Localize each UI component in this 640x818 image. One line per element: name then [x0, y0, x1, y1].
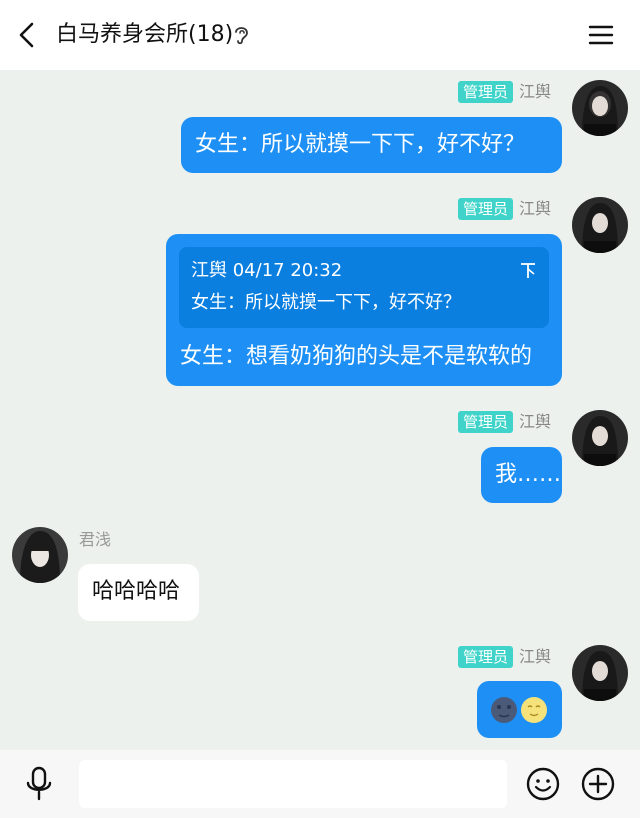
avatar[interactable]	[572, 410, 628, 466]
menu-button[interactable]	[586, 20, 616, 50]
quoted-message[interactable]: 江舆 04/17 20:32 女生：所以就摸一下下，好不好？	[179, 247, 549, 328]
new-moon-face-icon	[490, 696, 518, 724]
admin-badge: 管理员	[458, 646, 514, 668]
avatar[interactable]	[572, 80, 628, 136]
sender-name[interactable]: 江舆	[519, 198, 551, 220]
message-input[interactable]	[79, 760, 507, 808]
emoji-message-bubble[interactable]	[477, 681, 562, 738]
hamburger-menu-icon	[588, 25, 614, 45]
ear-icon[interactable]	[232, 24, 252, 46]
smiley-icon	[526, 767, 560, 801]
admin-badge: 管理员	[458, 198, 514, 220]
admin-badge: 管理员	[458, 81, 514, 103]
plus-circle-icon	[581, 767, 615, 801]
quote-text: 女生：所以就摸一下下，好不好？	[191, 292, 461, 313]
microphone-icon	[26, 766, 52, 801]
voice-button[interactable]	[22, 766, 56, 802]
admin-badge: 管理员	[458, 411, 514, 433]
avatar[interactable]	[572, 197, 628, 253]
message-meta: 管理员 江舆	[458, 80, 551, 104]
message-bubble[interactable]: 女生：所以就摸一下下，好不好？	[181, 117, 562, 173]
chat-header: 白马养身会所(18)	[0, 0, 640, 70]
sender-name[interactable]: 江舆	[519, 646, 551, 668]
message-text: 女生：想看奶狗狗的头是不是软软的	[180, 344, 533, 369]
emoji-button[interactable]	[525, 766, 561, 802]
message-text: 我……	[495, 462, 562, 487]
message-meta: 管理员 江舆	[458, 645, 551, 669]
input-bar	[0, 750, 640, 818]
reply-message-bubble[interactable]: 江舆 04/17 20:32 女生：所以就摸一下下，好不好？ 女生：想看奶狗狗的…	[166, 234, 562, 386]
back-button[interactable]	[12, 19, 44, 51]
chevron-left-icon	[19, 22, 34, 48]
more-actions-button[interactable]	[580, 766, 616, 802]
sender-name[interactable]: 君浅	[79, 529, 111, 551]
avatar[interactable]	[572, 645, 628, 701]
message-bubble[interactable]: 哈哈哈哈	[78, 564, 199, 621]
quote-header: 江舆 04/17 20:32	[191, 260, 343, 281]
avatar[interactable]	[12, 527, 68, 583]
message-meta: 管理员 江舆	[458, 410, 551, 434]
message-text: 哈哈哈哈	[92, 579, 181, 604]
chat-title[interactable]: 白马养身会所(18)	[56, 20, 233, 50]
sender-name[interactable]: 江舆	[519, 81, 551, 103]
message-bubble[interactable]: 我……	[481, 447, 562, 503]
message-meta: 管理员 江舆	[458, 197, 551, 221]
message-text: 女生：所以就摸一下下，好不好？	[195, 132, 526, 157]
crescent-moon-face-icon	[520, 696, 548, 724]
collapse-arrow-icon[interactable]	[519, 259, 537, 281]
sender-name[interactable]: 江舆	[519, 411, 551, 433]
